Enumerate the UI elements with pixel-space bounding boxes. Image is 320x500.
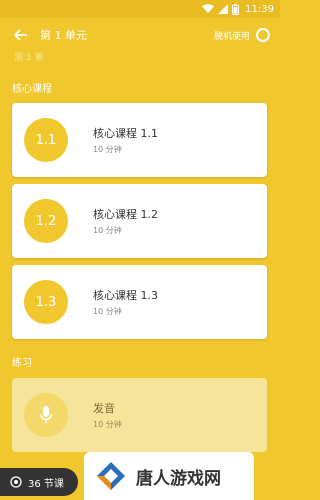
lesson-duration: 10 分钟 xyxy=(93,145,122,154)
offline-toggle[interactable]: 脱机使用 xyxy=(214,28,270,42)
status-bar: 11:39 xyxy=(0,0,280,18)
wifi-icon xyxy=(202,4,215,14)
lesson-duration: 10 分钟 xyxy=(93,307,122,316)
lesson-badge: 1.2 xyxy=(24,199,68,243)
lesson-badge: 1.3 xyxy=(24,280,68,324)
mic-icon xyxy=(39,406,53,423)
lessons-count-button[interactable]: 36 节课 xyxy=(0,468,78,496)
lesson-title: 核心课程 1.2 xyxy=(93,208,158,221)
practice-duration: 10 分钟 xyxy=(93,420,122,429)
section-core-label: 核心课程 xyxy=(12,84,52,95)
status-time: 11:39 xyxy=(245,3,274,15)
offline-toggle-circle[interactable] xyxy=(256,28,270,42)
lesson-card[interactable]: 1.2 核心课程 1.2 10 分钟 xyxy=(12,184,267,258)
lesson-card[interactable]: 1.3 核心课程 1.3 10 分钟 xyxy=(12,265,267,339)
offline-label: 脱机使用 xyxy=(213,31,250,42)
lesson-title: 核心课程 1.1 xyxy=(93,127,158,140)
lesson-title: 核心课程 1.3 xyxy=(93,289,158,302)
practice-icon-circle xyxy=(24,393,68,437)
page-title: 第 1 单元 xyxy=(40,29,87,42)
practice-card[interactable]: 发音 10 分钟 xyxy=(12,378,267,452)
watermark: 唐人游戏网 xyxy=(84,452,254,500)
lesson-card[interactable]: 1.1 核心课程 1.1 10 分钟 xyxy=(12,103,267,177)
watermark-text: 唐人游戏网 xyxy=(136,468,221,489)
practice-title: 发音 xyxy=(93,402,115,415)
battery-icon xyxy=(232,3,240,15)
signal-icon xyxy=(218,4,229,14)
lesson-duration: 10 分钟 xyxy=(93,226,122,235)
watermark-logo-icon xyxy=(97,462,125,490)
app-bar: 第 1 单元 脱机使用 xyxy=(0,18,280,52)
arrow-left-icon xyxy=(14,29,27,41)
section-practice-label: 练习 xyxy=(12,358,32,369)
target-icon xyxy=(10,476,22,488)
back-button[interactable] xyxy=(10,24,32,46)
lesson-badge: 1.1 xyxy=(24,118,68,162)
faded-text: 测 1 第 xyxy=(14,53,44,63)
lessons-count: 36 节课 xyxy=(28,478,64,490)
